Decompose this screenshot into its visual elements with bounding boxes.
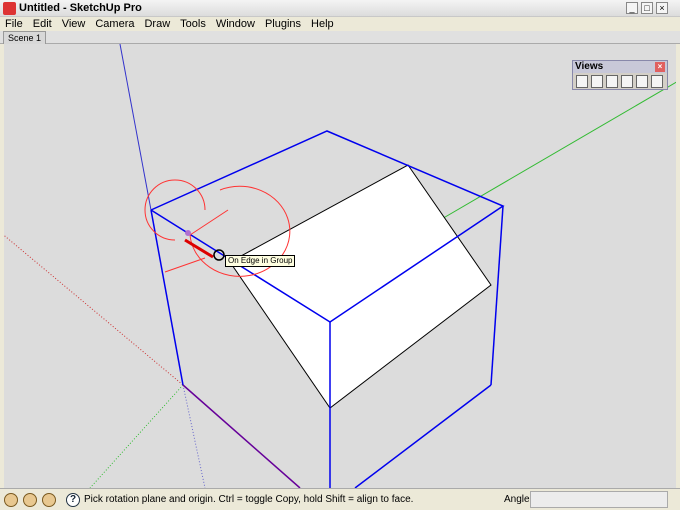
blue-axis [119, 44, 152, 211]
measurements-label: Angle [504, 494, 530, 505]
status-hint: Pick rotation plane and origin. Ctrl = t… [84, 494, 414, 505]
green-axis-dotted [89, 384, 184, 488]
red-axis-dotted [4, 234, 184, 386]
tab-scene-1[interactable]: Scene 1 [3, 31, 47, 44]
views-toolbar-title: Views [575, 61, 604, 72]
maximize-button[interactable]: □ [641, 2, 653, 14]
geolocation-icon[interactable] [4, 493, 18, 507]
menu-file[interactable]: File [0, 17, 28, 31]
top-view-icon[interactable] [606, 75, 618, 88]
menu-draw[interactable]: Draw [139, 17, 175, 31]
blue-axis-dotted [182, 384, 206, 488]
title-bar: Untitled - SketchUp Pro _ □ × [0, 0, 680, 17]
menu-help[interactable]: Help [306, 17, 339, 31]
close-button[interactable]: × [656, 2, 668, 14]
views-toolbar: Views × [572, 60, 668, 90]
menu-bar: File Edit View Camera Draw Tools Window … [0, 17, 680, 31]
status-bar: ? Pick rotation plane and origin. Ctrl =… [0, 488, 680, 510]
purple-edge [182, 384, 301, 488]
close-icon[interactable]: × [655, 62, 665, 72]
front-view-icon[interactable] [591, 75, 603, 88]
iso-view-icon[interactable] [576, 75, 588, 88]
user-icon[interactable] [42, 493, 56, 507]
drawing-viewport[interactable] [4, 44, 676, 488]
credits-icon[interactable] [23, 493, 37, 507]
window-title: Untitled - SketchUp Pro [19, 2, 142, 14]
menu-window[interactable]: Window [211, 17, 260, 31]
menu-plugins[interactable]: Plugins [260, 17, 306, 31]
menu-edit[interactable]: Edit [28, 17, 57, 31]
inference-tooltip: On Edge in Group [225, 255, 296, 267]
scene-tabs: Scene 1 [0, 31, 680, 44]
menu-tools[interactable]: Tools [175, 17, 211, 31]
red-cursor-arrow-icon [184, 238, 214, 259]
measurements-input[interactable] [530, 491, 668, 508]
sketchup-logo-icon [3, 2, 16, 15]
green-axis [439, 81, 676, 221]
model-canvas[interactable] [4, 44, 676, 488]
menu-camera[interactable]: Camera [90, 17, 139, 31]
right-view-icon[interactable] [621, 75, 633, 88]
rotation-origin-point [185, 230, 191, 236]
help-icon[interactable]: ? [66, 493, 80, 507]
minimize-button[interactable]: _ [626, 2, 638, 14]
white-face[interactable] [229, 164, 492, 409]
back-view-icon[interactable] [636, 75, 648, 88]
menu-view[interactable]: View [57, 17, 91, 31]
left-view-icon[interactable] [651, 75, 663, 88]
